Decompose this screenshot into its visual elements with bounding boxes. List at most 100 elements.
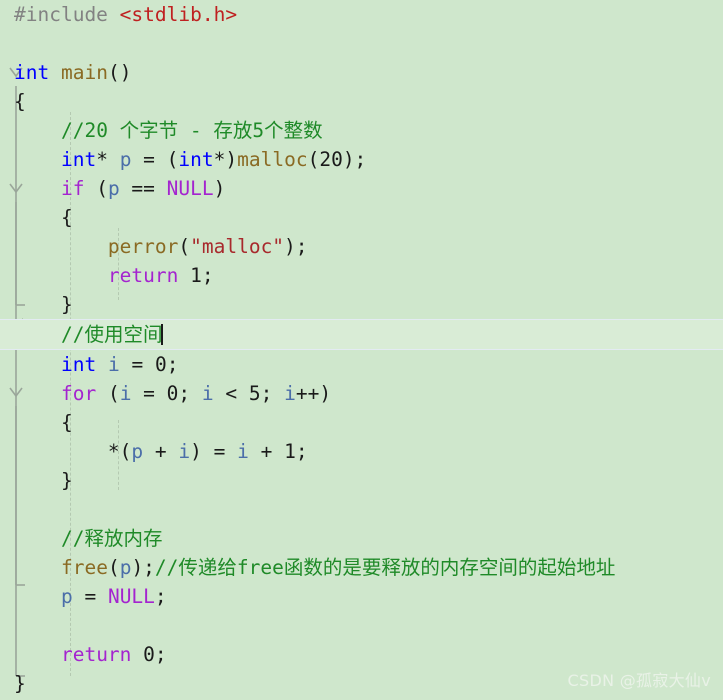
code-token: );: [131, 556, 155, 579]
code-line[interactable]: perror("malloc");: [0, 232, 723, 261]
code-line[interactable]: [0, 495, 723, 524]
code-token: i: [201, 382, 214, 405]
code-token: (: [84, 177, 108, 200]
code-token: free: [60, 556, 108, 579]
code-line[interactable]: if (p == NULL): [0, 174, 723, 203]
code-token: }: [14, 293, 73, 316]
code-line[interactable]: int main(): [0, 58, 723, 87]
code-token: ;: [295, 440, 308, 463]
code-line[interactable]: [0, 29, 723, 58]
code-token: ): [213, 177, 226, 200]
code-token: "malloc": [190, 235, 285, 258]
code-token: ) =: [190, 440, 238, 463]
code-line[interactable]: //释放内存: [0, 524, 723, 553]
code-token: //20 个字节 - 存放5个整数: [60, 119, 323, 142]
code-token: ;: [201, 264, 214, 287]
code-token: int: [178, 148, 214, 171]
code-line[interactable]: int i = 0;: [0, 350, 723, 379]
code-token: +: [248, 440, 285, 463]
code-editor[interactable]: #include <stdlib.h> int main(){ //20 个字节…: [0, 0, 723, 700]
code-token: if: [60, 177, 85, 200]
code-token: int: [60, 148, 97, 171]
watermark: CSDN @孤寂大仙v: [567, 671, 711, 690]
code-line[interactable]: //使用空间: [0, 319, 723, 350]
code-token: #include: [14, 3, 120, 26]
code-token: *): [213, 148, 238, 171]
code-token: =: [119, 353, 155, 376]
code-token: =: [131, 382, 167, 405]
code-token: p: [107, 177, 120, 200]
code-line[interactable]: [0, 611, 723, 640]
code-token: int: [14, 61, 50, 84]
code-token: ;: [154, 585, 167, 608]
code-token: }: [14, 672, 26, 695]
code-token: p: [60, 585, 73, 608]
code-token: ;: [260, 382, 285, 405]
code-token: );: [342, 148, 367, 171]
code-line[interactable]: *(p + i) = i + 1;: [0, 437, 723, 466]
code-token: {: [14, 206, 73, 229]
code-token: =: [72, 585, 108, 608]
code-token: int: [60, 353, 97, 376]
code-token: {: [14, 411, 73, 434]
code-token: ;: [166, 353, 179, 376]
code-token: *(: [14, 440, 132, 463]
code-token: //释放内存: [60, 527, 163, 550]
code-token: ==: [119, 177, 167, 200]
code-line[interactable]: for (i = 0; i < 5; i++): [0, 379, 723, 408]
code-line[interactable]: p = NULL;: [0, 582, 723, 611]
code-token: +: [143, 440, 179, 463]
code-line[interactable]: //20 个字节 - 存放5个整数: [0, 116, 723, 145]
code-line[interactable]: #include <stdlib.h>: [0, 0, 723, 29]
code-token: *: [96, 148, 120, 171]
code-token: for: [60, 382, 97, 405]
code-line[interactable]: free(p);//传递给free函数的是要释放的内存空间的起始地址: [0, 553, 723, 582]
code-line[interactable]: {: [0, 203, 723, 232]
code-token: (: [178, 235, 191, 258]
code-line[interactable]: return 1;: [0, 261, 723, 290]
code-token: 5: [248, 382, 261, 405]
code-token: 0: [154, 353, 167, 376]
code-token: }: [14, 469, 73, 492]
code-line[interactable]: return 0;: [0, 640, 723, 669]
code-token: return: [107, 264, 179, 287]
code-token: ;: [178, 382, 202, 405]
code-surface[interactable]: #include <stdlib.h> int main(){ //20 个字节…: [0, 0, 723, 700]
code-token: (: [307, 148, 320, 171]
code-token: 0: [166, 382, 179, 405]
code-token: //使用空间: [60, 323, 163, 346]
code-token: 20: [319, 148, 343, 171]
code-token: = (: [131, 148, 179, 171]
code-line[interactable]: }: [0, 290, 723, 319]
code-token: {: [14, 90, 26, 113]
code-token: p: [119, 556, 132, 579]
code-line[interactable]: int* p = (int*)malloc(20);: [0, 145, 723, 174]
code-token: 1: [284, 440, 296, 463]
code-line[interactable]: {: [0, 408, 723, 437]
code-token: p: [119, 148, 132, 171]
code-token: <: [213, 382, 249, 405]
code-line[interactable]: {: [0, 87, 723, 116]
code-token: <stdlib.h>: [119, 3, 238, 26]
code-token: i: [284, 382, 296, 405]
code-token: (: [96, 382, 120, 405]
code-token: ;: [154, 643, 167, 666]
code-token: (): [107, 61, 132, 84]
code-token: return: [60, 643, 132, 666]
code-token: i: [178, 440, 191, 463]
code-token: NULL: [166, 177, 214, 200]
code-token: //传递给free函数的是要释放的内存空间的起始地址: [154, 556, 616, 579]
code-token: perror: [107, 235, 179, 258]
code-line[interactable]: }: [0, 466, 723, 495]
code-token: main: [60, 61, 108, 84]
